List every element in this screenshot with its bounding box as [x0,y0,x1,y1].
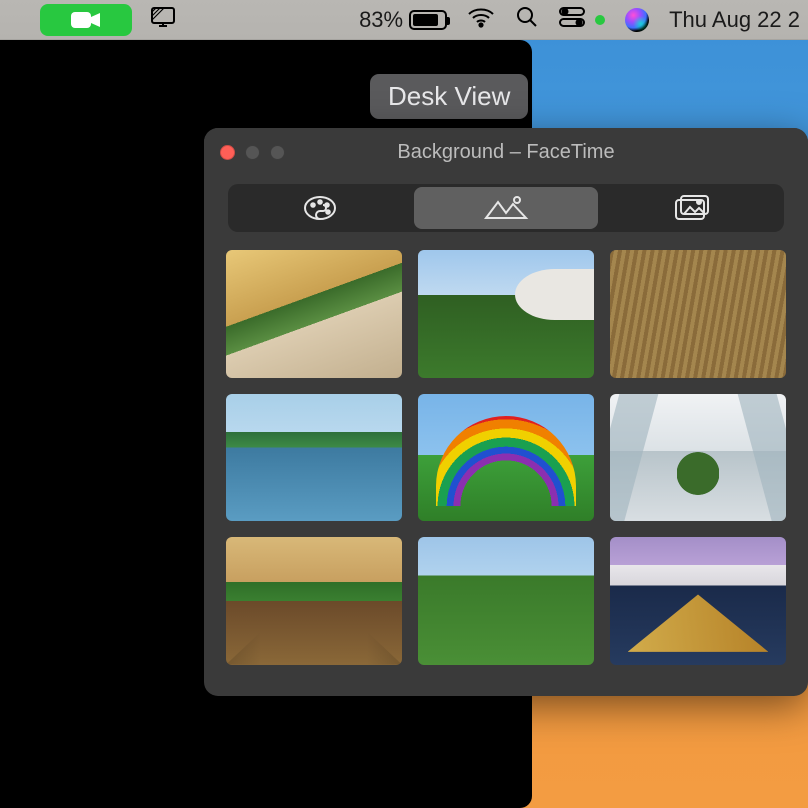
siri-icon[interactable] [625,8,649,32]
bg-thumb-apple-park-spiral[interactable] [226,250,402,378]
battery-icon [409,10,447,30]
battery-status[interactable]: 83% [359,7,447,33]
wifi-icon[interactable] [467,6,495,34]
bg-thumb-rainbow-stage[interactable] [418,394,594,522]
bg-thumb-light-atrium[interactable] [610,394,786,522]
background-type-segment [228,184,784,232]
camera-active-indicator[interactable] [40,4,132,36]
desk-view-button[interactable]: Desk View [370,74,528,119]
bg-thumb-apple-park-ring[interactable] [418,250,594,378]
segment-photo-library[interactable] [601,184,784,232]
palette-icon [301,193,339,223]
control-center-icon[interactable] [559,7,585,33]
privacy-indicator-dot [595,15,605,25]
camera-icon [70,10,102,30]
background-settings-window: Background – FaceTime [204,128,808,696]
close-button[interactable] [220,145,235,160]
macos-menubar: 83% Thu Aug 22 2 [0,0,808,40]
minimize-button[interactable] [245,145,260,160]
segment-color-fill[interactable] [228,184,411,232]
window-titlebar[interactable]: Background – FaceTime [204,128,808,176]
search-icon[interactable] [515,5,539,35]
bg-thumb-theater-dusk[interactable] [610,537,786,665]
date-time-display[interactable]: Thu Aug 22 2 [669,7,800,33]
segment-scenic[interactable] [414,187,597,229]
fullscreen-button[interactable] [270,145,285,160]
landscape-icon [483,193,529,223]
bg-thumb-wooden-walkway[interactable] [226,537,402,665]
traffic-lights [220,145,285,160]
screenshare-icon[interactable] [150,6,176,34]
background-thumbnail-grid [204,236,808,679]
bg-thumb-wood-slats[interactable] [610,250,786,378]
bg-thumb-garden-path[interactable] [418,537,594,665]
window-title: Background – FaceTime [204,141,808,164]
battery-percent-text: 83% [359,7,403,33]
photos-icon [673,194,711,222]
bg-thumb-pond-trees[interactable] [226,394,402,522]
